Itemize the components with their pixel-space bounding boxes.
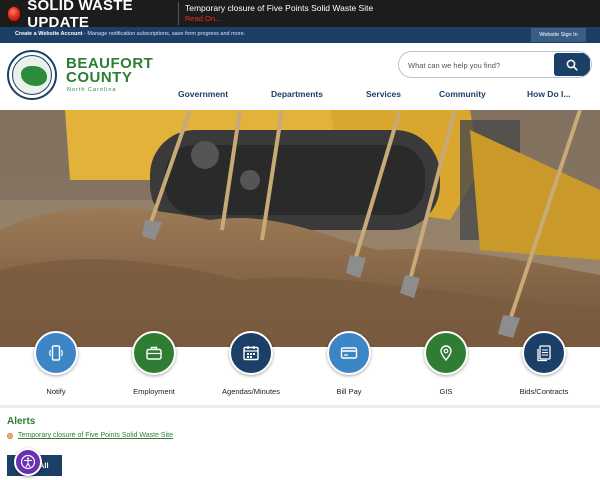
phone-notify-icon (49, 345, 63, 361)
alert-dot-icon (7, 5, 22, 22)
accessibility-icon (20, 454, 36, 470)
create-account-link[interactable]: Create a Website Account (15, 31, 83, 37)
main-nav: Government Departments Services Communit… (170, 89, 600, 103)
search-button[interactable] (554, 53, 590, 76)
alerts-heading: Alerts (7, 416, 36, 427)
quick-link-label: Employment (133, 387, 175, 396)
county-seal-logo[interactable] (7, 50, 57, 100)
quick-link-circle (327, 331, 371, 375)
quick-link-label: Notify (46, 387, 66, 396)
credit-card-icon (340, 347, 358, 359)
quick-link-label: GIS (439, 387, 453, 396)
nav-how-do-i[interactable]: How Do I... (527, 89, 570, 99)
search-icon (566, 59, 578, 71)
search-input[interactable] (408, 58, 548, 72)
documents-icon (537, 345, 551, 362)
briefcase-icon (146, 346, 162, 360)
brand-name[interactable]: BEAUFORT COUNTY (66, 56, 166, 86)
site-header: BEAUFORT COUNTY North Carolina Governmen… (0, 43, 600, 110)
calendar-icon (243, 346, 259, 361)
emergency-badge: SOLID WASTE UPDATE (0, 0, 178, 31)
nav-departments[interactable]: Departments (271, 89, 323, 99)
emergency-read-on-link[interactable]: Read On... (185, 14, 221, 23)
brand-name-line2: COUNTY (66, 69, 133, 86)
create-account-text: Create a Website Account - Manage notifi… (15, 31, 245, 37)
quick-link-label: Bids/Contracts (519, 387, 569, 396)
hero-image (0, 110, 600, 347)
emergency-divider (178, 2, 179, 25)
site-search (398, 51, 592, 78)
alert-item-link[interactable]: Temporary closure of Five Points Solid W… (18, 432, 173, 439)
nav-community[interactable]: Community (439, 89, 486, 99)
quick-links: Notify Employment Agendas/Minutes Bill P… (0, 331, 600, 407)
create-account-description: - Manage notification subscriptions, sav… (82, 31, 246, 37)
brand-subtitle: North Carolina (67, 87, 117, 93)
utility-bar: Create a Website Account - Manage notifi… (0, 27, 600, 43)
quick-link-circle (522, 331, 566, 375)
alert-bullet-icon (7, 433, 13, 439)
nav-services[interactable]: Services (366, 89, 401, 99)
emergency-banner: SOLID WASTE UPDATE Temporary closure of … (0, 0, 600, 31)
hero-groundbreaking-photo (0, 110, 600, 347)
seal-ring (12, 55, 52, 95)
accessibility-widget-button[interactable] (14, 448, 42, 476)
section-divider (0, 405, 600, 408)
quick-link-circle (424, 331, 468, 375)
quick-link-circle (132, 331, 176, 375)
quick-link-label: Agendas/Minutes (222, 387, 280, 396)
emergency-title: SOLID WASTE UPDATE (27, 0, 133, 31)
website-sign-in-button[interactable]: Website Sign In (531, 28, 586, 42)
quick-link-label: Bill Pay (336, 387, 362, 396)
quick-link-circle (34, 331, 78, 375)
seal-map-icon (21, 66, 47, 86)
emergency-message-link[interactable]: Temporary closure of Five Points Solid W… (185, 3, 373, 13)
quick-link-circle (229, 331, 273, 375)
map-pin-icon (440, 345, 452, 362)
nav-government[interactable]: Government (178, 89, 228, 99)
